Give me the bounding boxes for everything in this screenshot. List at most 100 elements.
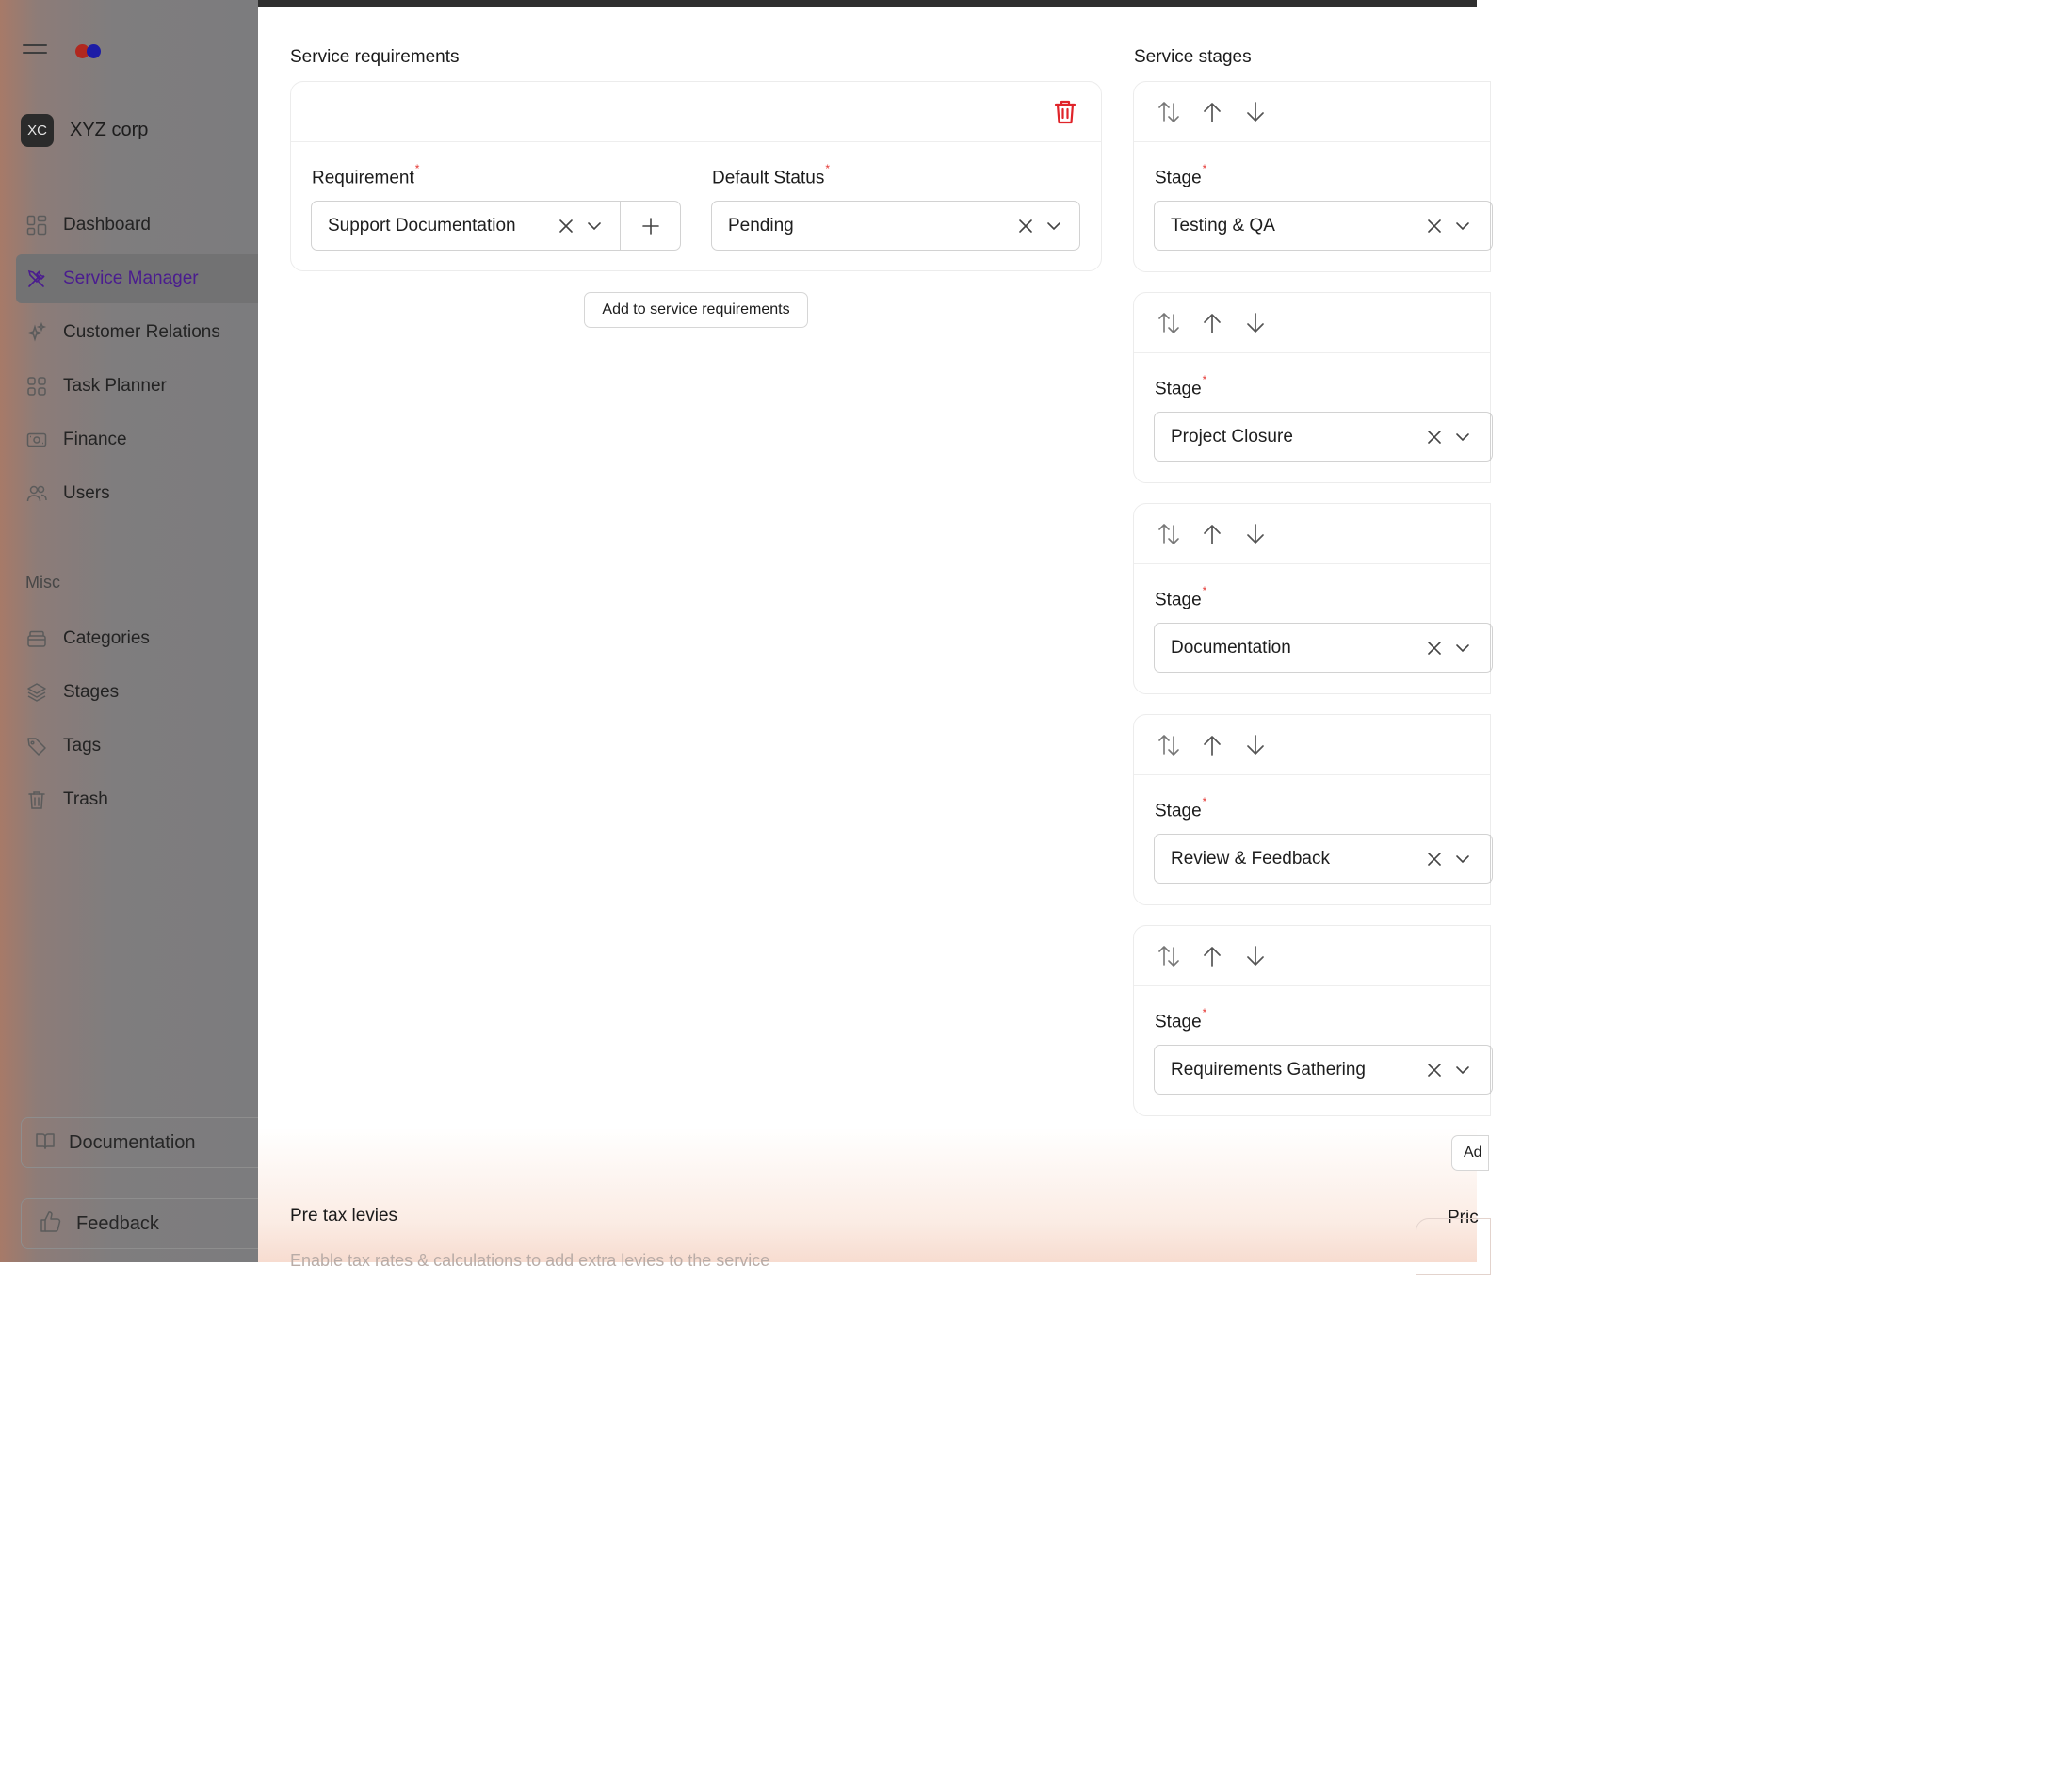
stage-label: Stage*	[1155, 584, 1207, 610]
move-down-icon[interactable]	[1243, 99, 1268, 125]
stage-label: Stage*	[1155, 162, 1207, 188]
move-down-icon[interactable]	[1243, 943, 1268, 969]
sidebar-item-label: Task Planner	[63, 376, 167, 396]
feedback-label: Feedback	[76, 1212, 159, 1234]
pricing-card	[1416, 1218, 1491, 1275]
clear-icon[interactable]	[1420, 634, 1449, 662]
add-stage-button[interactable]: Ad	[1451, 1135, 1489, 1171]
default-status-select[interactable]: Pending	[711, 201, 1080, 251]
stage-value: Testing & QA	[1171, 215, 1275, 236]
requirement-card-header	[291, 82, 1101, 142]
requirement-value: Support Documentation	[328, 215, 516, 236]
dashboard-icon	[25, 214, 48, 236]
clear-icon[interactable]	[1420, 423, 1449, 451]
default-status-label: Default Status*	[712, 162, 831, 188]
tools-icon	[25, 268, 48, 290]
menu-icon[interactable]	[23, 44, 47, 59]
stage-card-header	[1134, 715, 1490, 775]
book-icon	[35, 1130, 56, 1156]
sidebar-item-dashboard[interactable]: Dashboard	[16, 201, 258, 250]
stage-value: Project Closure	[1171, 426, 1293, 447]
sidebar-item-label: Stages	[63, 682, 120, 702]
sidebar-item-categories[interactable]: Categories	[16, 614, 258, 663]
sidebar-item-label: Finance	[63, 430, 127, 449]
service-stages-title: Service stages	[1134, 47, 1252, 67]
tag-icon	[25, 735, 48, 757]
sidebar-item-label: Customer Relations	[63, 322, 220, 342]
reorder-icon[interactable]	[1157, 732, 1181, 758]
trash-icon	[25, 788, 48, 811]
sidebar-item-task-planner[interactable]: Task Planner	[16, 362, 258, 411]
stage-select[interactable]: Review & Feedback	[1154, 834, 1493, 884]
sidebar-item-finance[interactable]: Finance	[16, 415, 258, 464]
move-up-icon[interactable]	[1200, 99, 1224, 125]
move-up-icon[interactable]	[1200, 310, 1224, 336]
chevron-down-icon[interactable]	[580, 212, 608, 240]
users-icon	[25, 482, 48, 505]
add-requirement-button[interactable]	[620, 202, 680, 250]
move-down-icon[interactable]	[1243, 521, 1268, 547]
org-switcher[interactable]: XC XYZ corp	[21, 114, 148, 147]
stage-select[interactable]: Requirements Gathering	[1154, 1045, 1493, 1095]
clear-icon[interactable]	[1012, 212, 1040, 240]
chevron-down-icon[interactable]	[1449, 212, 1477, 240]
sidebar-item-label: Trash	[63, 789, 108, 809]
chevron-down-icon[interactable]	[1449, 1056, 1477, 1084]
stage-card-header	[1134, 293, 1490, 353]
pre-tax-levies-title: Pre tax levies	[290, 1206, 398, 1226]
stage-label: Stage*	[1155, 1006, 1207, 1032]
documentation-link[interactable]: Documentation	[21, 1117, 258, 1168]
requirement-select[interactable]: Support Documentation	[311, 201, 681, 251]
chevron-down-icon[interactable]	[1449, 634, 1477, 662]
org-avatar: XC	[21, 114, 54, 147]
move-down-icon[interactable]	[1243, 732, 1268, 758]
sidebar-item-label: Tags	[63, 736, 102, 756]
sidebar-item-service-manager[interactable]: Service Manager	[16, 254, 258, 303]
move-up-icon[interactable]	[1200, 943, 1224, 969]
layers-icon	[25, 681, 48, 704]
reorder-icon[interactable]	[1157, 99, 1181, 125]
sidebar: XC XYZ corp Dashboard Service Manager Cu…	[0, 0, 258, 1262]
delete-requirement-button[interactable]	[1054, 99, 1076, 125]
sidebar-item-stages[interactable]: Stages	[16, 668, 258, 717]
move-up-icon[interactable]	[1200, 732, 1224, 758]
stage-value: Review & Feedback	[1171, 848, 1330, 869]
clear-icon[interactable]	[1420, 845, 1449, 873]
reorder-icon[interactable]	[1157, 310, 1181, 336]
stage-select[interactable]: Testing & QA	[1154, 201, 1493, 251]
move-down-icon[interactable]	[1243, 310, 1268, 336]
pre-tax-description: Enable tax rates & calculations to add e…	[290, 1251, 770, 1270]
sidebar-item-trash[interactable]: Trash	[16, 775, 258, 824]
stage-card-header	[1134, 82, 1490, 142]
requirement-label: Requirement*	[312, 162, 420, 188]
stage-select[interactable]: Documentation	[1154, 623, 1493, 673]
reorder-icon[interactable]	[1157, 521, 1181, 547]
org-name: XYZ corp	[70, 120, 149, 140]
archive-icon	[25, 627, 48, 650]
feedback-link[interactable]: Feedback	[21, 1198, 258, 1249]
sidebar-item-users[interactable]: Users	[16, 469, 258, 518]
sidebar-item-customer-relations[interactable]: Customer Relations	[16, 308, 258, 357]
sparkle-icon	[25, 321, 48, 344]
stage-value: Documentation	[1171, 637, 1291, 658]
clear-icon[interactable]	[552, 212, 580, 240]
banknote-icon	[25, 429, 48, 451]
sidebar-item-label: Users	[63, 483, 110, 503]
add-to-service-requirements-button[interactable]: Add to service requirements	[584, 292, 808, 328]
clear-icon[interactable]	[1420, 1056, 1449, 1084]
app-logo	[75, 44, 101, 63]
chevron-down-icon[interactable]	[1449, 423, 1477, 451]
window-top-strip	[165, 0, 1477, 7]
stage-select[interactable]: Project Closure	[1154, 412, 1493, 462]
reorder-icon[interactable]	[1157, 943, 1181, 969]
trash-icon	[1054, 100, 1076, 124]
thumbs-up-icon	[39, 1210, 63, 1239]
plus-icon	[641, 217, 659, 235]
documentation-label: Documentation	[69, 1131, 196, 1153]
move-up-icon[interactable]	[1200, 521, 1224, 547]
chevron-down-icon[interactable]	[1449, 845, 1477, 873]
stage-card-header	[1134, 504, 1490, 564]
clear-icon[interactable]	[1420, 212, 1449, 240]
sidebar-item-tags[interactable]: Tags	[16, 722, 258, 771]
chevron-down-icon[interactable]	[1040, 212, 1068, 240]
